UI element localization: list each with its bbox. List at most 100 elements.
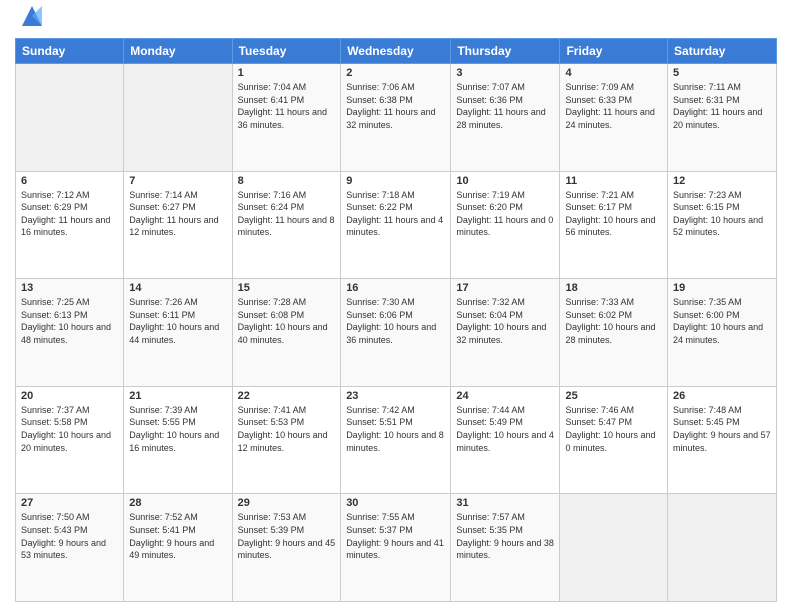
day-number: 25 — [565, 390, 662, 402]
day-info: Sunrise: 7:35 AM Sunset: 6:00 PM Dayligh… — [673, 296, 771, 346]
day-info: Sunrise: 7:09 AM Sunset: 6:33 PM Dayligh… — [565, 81, 662, 131]
calendar-cell: 9Sunrise: 7:18 AM Sunset: 6:22 PM Daylig… — [341, 171, 451, 279]
calendar-cell: 15Sunrise: 7:28 AM Sunset: 6:08 PM Dayli… — [232, 279, 341, 387]
calendar-cell — [560, 494, 668, 602]
calendar-cell: 10 Sunrise: 7:19 AM Sunset: 6:20 PM Dayli… — [451, 171, 560, 279]
weekday-header: Sunday — [16, 39, 124, 64]
weekday-header: Monday — [124, 39, 232, 64]
day-info: Sunrise: 7:04 AM Sunset: 6:41 PM Dayligh… — [238, 81, 336, 131]
day-info: Sunrise: 7:41 AM Sunset: 5:53 PM Dayligh… — [238, 404, 336, 454]
calendar-week-row: 1 Sunrise: 7:04 AM Sunset: 6:41 PM Daylig… — [16, 64, 777, 172]
day-number: 19 — [673, 282, 771, 294]
calendar-cell: 19 Sunrise: 7:35 AM Sunset: 6:00 PM Dayli… — [668, 279, 777, 387]
day-info: Sunrise: 7:23 AM Sunset: 6:15 PM Dayligh… — [673, 189, 771, 239]
calendar-cell — [668, 494, 777, 602]
day-info: Sunrise: 7:32 AM Sunset: 6:04 PM Dayligh… — [456, 296, 554, 346]
calendar-cell — [16, 64, 124, 172]
day-info: Sunrise: 7:52 AM Sunset: 5:41 PM Dayligh… — [129, 511, 226, 561]
day-info: Sunrise: 7:18 AM Sunset: 6:22 PM Dayligh… — [346, 189, 445, 239]
day-number: 3 — [456, 67, 554, 79]
day-info: Sunrise: 7:50 AM Sunset: 5:43 PM Dayligh… — [21, 511, 118, 561]
day-info: Sunrise: 7:16 AM Sunset: 6:24 PM Dayligh… — [238, 189, 336, 239]
calendar-cell: 30 Sunrise: 7:55 AM Sunset: 5:37 PM Dayli… — [341, 494, 451, 602]
weekday-header: Wednesday — [341, 39, 451, 64]
day-info: Sunrise: 7:12 AM Sunset: 6:29 PM Dayligh… — [21, 189, 118, 239]
day-info: Sunrise: 7:44 AM Sunset: 5:49 PM Dayligh… — [456, 404, 554, 454]
day-number: 18 — [565, 282, 662, 294]
calendar-body: 1 Sunrise: 7:04 AM Sunset: 6:41 PM Daylig… — [16, 64, 777, 602]
page: SundayMondayTuesdayWednesdayThursdayFrid… — [0, 0, 792, 612]
calendar-cell: 4 Sunrise: 7:09 AM Sunset: 6:33 PM Daylig… — [560, 64, 668, 172]
calendar-week-row: 27 Sunrise: 7:50 AM Sunset: 5:43 PM Dayli… — [16, 494, 777, 602]
calendar-cell: 16 Sunrise: 7:30 AM Sunset: 6:06 PM Dayli… — [341, 279, 451, 387]
calendar-cell: 13Sunrise: 7:25 AM Sunset: 6:13 PM Dayli… — [16, 279, 124, 387]
day-info: Sunrise: 7:57 AM Sunset: 5:35 PM Dayligh… — [456, 511, 554, 561]
day-info: Sunrise: 7:07 AM Sunset: 6:36 PM Dayligh… — [456, 81, 554, 131]
calendar-cell: 18Sunrise: 7:33 AM Sunset: 6:02 PM Dayli… — [560, 279, 668, 387]
header-row: SundayMondayTuesdayWednesdayThursdayFrid… — [16, 39, 777, 64]
calendar-cell: 7 Sunrise: 7:14 AM Sunset: 6:27 PM Daylig… — [124, 171, 232, 279]
calendar-cell: 3 Sunrise: 7:07 AM Sunset: 6:36 PM Daylig… — [451, 64, 560, 172]
day-info: Sunrise: 7:46 AM Sunset: 5:47 PM Dayligh… — [565, 404, 662, 454]
day-info: Sunrise: 7:19 AM Sunset: 6:20 PM Dayligh… — [456, 189, 554, 239]
calendar-cell: 25 Sunrise: 7:46 AM Sunset: 5:47 PM Dayli… — [560, 386, 668, 494]
calendar-cell: 31 Sunrise: 7:57 AM Sunset: 5:35 PM Dayli… — [451, 494, 560, 602]
day-number: 27 — [21, 497, 118, 509]
logo-icon — [18, 2, 46, 30]
calendar-cell: 24 Sunrise: 7:44 AM Sunset: 5:49 PM Dayli… — [451, 386, 560, 494]
weekday-header: Friday — [560, 39, 668, 64]
day-number: 26 — [673, 390, 771, 402]
day-number: 29 — [238, 497, 336, 509]
day-number: 1 — [238, 67, 336, 79]
header — [15, 10, 777, 30]
calendar-cell: 1 Sunrise: 7:04 AM Sunset: 6:41 PM Daylig… — [232, 64, 341, 172]
day-info: Sunrise: 7:42 AM Sunset: 5:51 PM Dayligh… — [346, 404, 445, 454]
day-info: Sunrise: 7:53 AM Sunset: 5:39 PM Dayligh… — [238, 511, 336, 561]
weekday-header: Saturday — [668, 39, 777, 64]
calendar-table: SundayMondayTuesdayWednesdayThursdayFrid… — [15, 38, 777, 602]
day-info: Sunrise: 7:37 AM Sunset: 5:58 PM Dayligh… — [21, 404, 118, 454]
calendar-cell: 27 Sunrise: 7:50 AM Sunset: 5:43 PM Dayli… — [16, 494, 124, 602]
calendar-cell: 28 Sunrise: 7:52 AM Sunset: 5:41 PM Dayli… — [124, 494, 232, 602]
day-number: 24 — [456, 390, 554, 402]
calendar-cell: 26 Sunrise: 7:48 AM Sunset: 5:45 PM Dayli… — [668, 386, 777, 494]
day-info: Sunrise: 7:11 AM Sunset: 6:31 PM Dayligh… — [673, 81, 771, 131]
day-number: 22 — [238, 390, 336, 402]
day-number: 14 — [129, 282, 226, 294]
calendar-cell: 23 Sunrise: 7:42 AM Sunset: 5:51 PM Dayli… — [341, 386, 451, 494]
day-number: 23 — [346, 390, 445, 402]
day-info: Sunrise: 7:55 AM Sunset: 5:37 PM Dayligh… — [346, 511, 445, 561]
day-number: 30 — [346, 497, 445, 509]
calendar-cell: 21Sunrise: 7:39 AM Sunset: 5:55 PM Dayli… — [124, 386, 232, 494]
calendar-cell: 8 Sunrise: 7:16 AM Sunset: 6:24 PM Daylig… — [232, 171, 341, 279]
day-number: 20 — [21, 390, 118, 402]
day-info: Sunrise: 7:30 AM Sunset: 6:06 PM Dayligh… — [346, 296, 445, 346]
day-number: 4 — [565, 67, 662, 79]
calendar-cell: 14 Sunrise: 7:26 AM Sunset: 6:11 PM Dayli… — [124, 279, 232, 387]
weekday-header: Tuesday — [232, 39, 341, 64]
calendar-week-row: 6 Sunrise: 7:12 AM Sunset: 6:29 PM Daylig… — [16, 171, 777, 279]
day-number: 28 — [129, 497, 226, 509]
day-info: Sunrise: 7:48 AM Sunset: 5:45 PM Dayligh… — [673, 404, 771, 454]
day-info: Sunrise: 7:26 AM Sunset: 6:11 PM Dayligh… — [129, 296, 226, 346]
day-number: 7 — [129, 175, 226, 187]
day-number: 10 — [456, 175, 554, 187]
day-info: Sunrise: 7:14 AM Sunset: 6:27 PM Dayligh… — [129, 189, 226, 239]
calendar-cell: 6 Sunrise: 7:12 AM Sunset: 6:29 PM Daylig… — [16, 171, 124, 279]
day-number: 16 — [346, 282, 445, 294]
day-info: Sunrise: 7:25 AM Sunset: 6:13 PM Dayligh… — [21, 296, 118, 346]
calendar-header: SundayMondayTuesdayWednesdayThursdayFrid… — [16, 39, 777, 64]
calendar-cell: 2Sunrise: 7:06 AM Sunset: 6:38 PM Daylig… — [341, 64, 451, 172]
calendar-cell: 5Sunrise: 7:11 AM Sunset: 6:31 PM Daylig… — [668, 64, 777, 172]
day-number: 31 — [456, 497, 554, 509]
day-info: Sunrise: 7:21 AM Sunset: 6:17 PM Dayligh… — [565, 189, 662, 239]
calendar-week-row: 13Sunrise: 7:25 AM Sunset: 6:13 PM Dayli… — [16, 279, 777, 387]
calendar-cell — [124, 64, 232, 172]
calendar-week-row: 20 Sunrise: 7:37 AM Sunset: 5:58 PM Dayli… — [16, 386, 777, 494]
day-number: 8 — [238, 175, 336, 187]
calendar-cell: 12Sunrise: 7:23 AM Sunset: 6:15 PM Dayli… — [668, 171, 777, 279]
logo — [15, 10, 46, 30]
weekday-header: Thursday — [451, 39, 560, 64]
day-number: 6 — [21, 175, 118, 187]
day-number: 17 — [456, 282, 554, 294]
